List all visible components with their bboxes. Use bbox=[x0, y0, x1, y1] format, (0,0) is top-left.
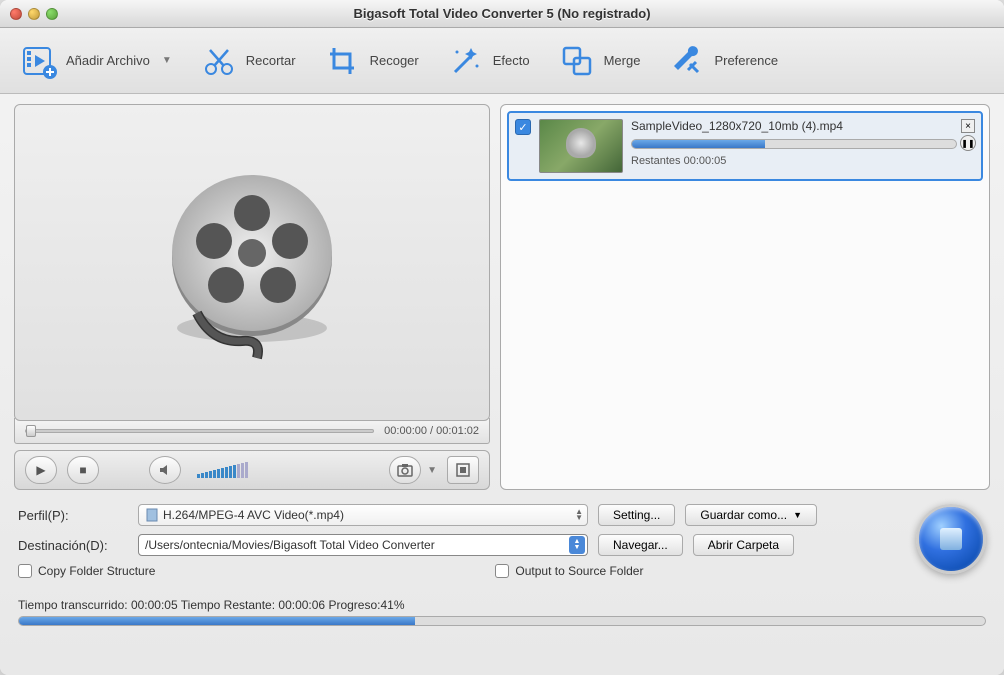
snapshot-button[interactable] bbox=[389, 456, 421, 484]
file-name: SampleVideo_1280x720_10mb (4).mp4 bbox=[631, 119, 975, 133]
scissors-icon bbox=[200, 42, 238, 80]
seek-slider[interactable] bbox=[25, 429, 374, 433]
wand-icon bbox=[447, 42, 485, 80]
file-progress-bar bbox=[631, 139, 957, 149]
profile-combo[interactable]: H.264/MPEG-4 AVC Video(*.mp4) ▲▼ bbox=[138, 504, 588, 526]
merge-label: Merge bbox=[604, 53, 641, 68]
merge-button[interactable]: Merge bbox=[558, 42, 641, 80]
output-to-source-label: Output to Source Folder bbox=[515, 564, 643, 578]
file-remaining: Restantes 00:00:05 bbox=[631, 155, 975, 167]
file-checkbox[interactable]: ✓ bbox=[515, 119, 531, 135]
preview-timeline: 00:00:00 / 00:01:02 bbox=[14, 418, 490, 444]
toolbar: Añadir Archivo ▼ Recortar Recoger Efecto bbox=[0, 28, 1004, 94]
copy-folder-structure-checkbox[interactable] bbox=[18, 564, 32, 578]
film-reel-icon bbox=[152, 163, 352, 363]
profile-value: H.264/MPEG-4 AVC Video(*.mp4) bbox=[163, 508, 344, 522]
copy-folder-structure-label: Copy Folder Structure bbox=[38, 564, 155, 578]
profile-label: Perfil(P): bbox=[18, 508, 128, 523]
video-preview bbox=[14, 104, 490, 421]
play-button[interactable]: ▶ bbox=[25, 456, 57, 484]
window-title: Bigasoft Total Video Converter 5 (No reg… bbox=[0, 6, 1004, 21]
trim-label: Recortar bbox=[246, 53, 296, 68]
tools-icon bbox=[668, 42, 706, 80]
status-bar: Tiempo transcurrido: 00:00:05 Tiempo Res… bbox=[0, 594, 1004, 634]
browse-button[interactable]: Navegar... bbox=[598, 534, 683, 556]
total-progress-bar bbox=[18, 616, 986, 626]
time-display: 00:00:00 / 00:01:02 bbox=[384, 425, 479, 437]
effect-button[interactable]: Efecto bbox=[447, 42, 530, 80]
list-item[interactable]: ✓ SampleVideo_1280x720_10mb (4).mp4 ❚❚ R… bbox=[507, 111, 983, 181]
trim-button[interactable]: Recortar bbox=[200, 42, 296, 80]
chevron-down-icon[interactable]: ▼ bbox=[427, 465, 437, 476]
open-folder-button[interactable]: Abrir Carpeta bbox=[693, 534, 794, 556]
add-file-button[interactable]: Añadir Archivo ▼ bbox=[20, 42, 172, 80]
destination-input[interactable]: /Users/ontecnia/Movies/Bigasoft Total Vi… bbox=[138, 534, 588, 556]
destination-label: Destinación(D): bbox=[18, 538, 128, 553]
output-to-source-checkbox[interactable] bbox=[495, 564, 509, 578]
chevron-down-icon: ▼ bbox=[162, 55, 172, 66]
status-text: Tiempo transcurrido: 00:00:05 Tiempo Res… bbox=[18, 598, 986, 612]
video-thumbnail bbox=[539, 119, 623, 173]
preference-label: Preference bbox=[714, 53, 778, 68]
fullscreen-button[interactable] bbox=[447, 456, 479, 484]
file-list: ✓ SampleVideo_1280x720_10mb (4).mp4 ❚❚ R… bbox=[500, 104, 990, 490]
titlebar: Bigasoft Total Video Converter 5 (No reg… bbox=[0, 0, 1004, 28]
pause-button[interactable]: ❚❚ bbox=[960, 135, 976, 151]
add-file-icon bbox=[20, 42, 58, 80]
add-file-label: Añadir Archivo bbox=[66, 53, 150, 68]
player-controls: ▶ ■ ▼ bbox=[14, 450, 490, 490]
crop-icon bbox=[324, 42, 362, 80]
remove-file-button[interactable]: × bbox=[961, 119, 975, 133]
destination-path: /Users/ontecnia/Movies/Bigasoft Total Vi… bbox=[145, 538, 435, 552]
volume-slider[interactable] bbox=[197, 462, 248, 478]
stop-button[interactable]: ■ bbox=[67, 456, 99, 484]
convert-button[interactable] bbox=[916, 504, 986, 574]
file-icon bbox=[145, 508, 159, 522]
volume-button[interactable] bbox=[149, 456, 181, 484]
app-window: Bigasoft Total Video Converter 5 (No reg… bbox=[0, 0, 1004, 675]
updown-icon: ▲▼ bbox=[569, 536, 585, 554]
crop-label: Recoger bbox=[370, 53, 419, 68]
crop-button[interactable]: Recoger bbox=[324, 42, 419, 80]
save-as-button[interactable]: Guardar como... ▼ bbox=[685, 504, 817, 526]
preference-button[interactable]: Preference bbox=[668, 42, 778, 80]
updown-icon: ▲▼ bbox=[575, 509, 583, 521]
merge-icon bbox=[558, 42, 596, 80]
setting-button[interactable]: Setting... bbox=[598, 504, 675, 526]
effect-label: Efecto bbox=[493, 53, 530, 68]
